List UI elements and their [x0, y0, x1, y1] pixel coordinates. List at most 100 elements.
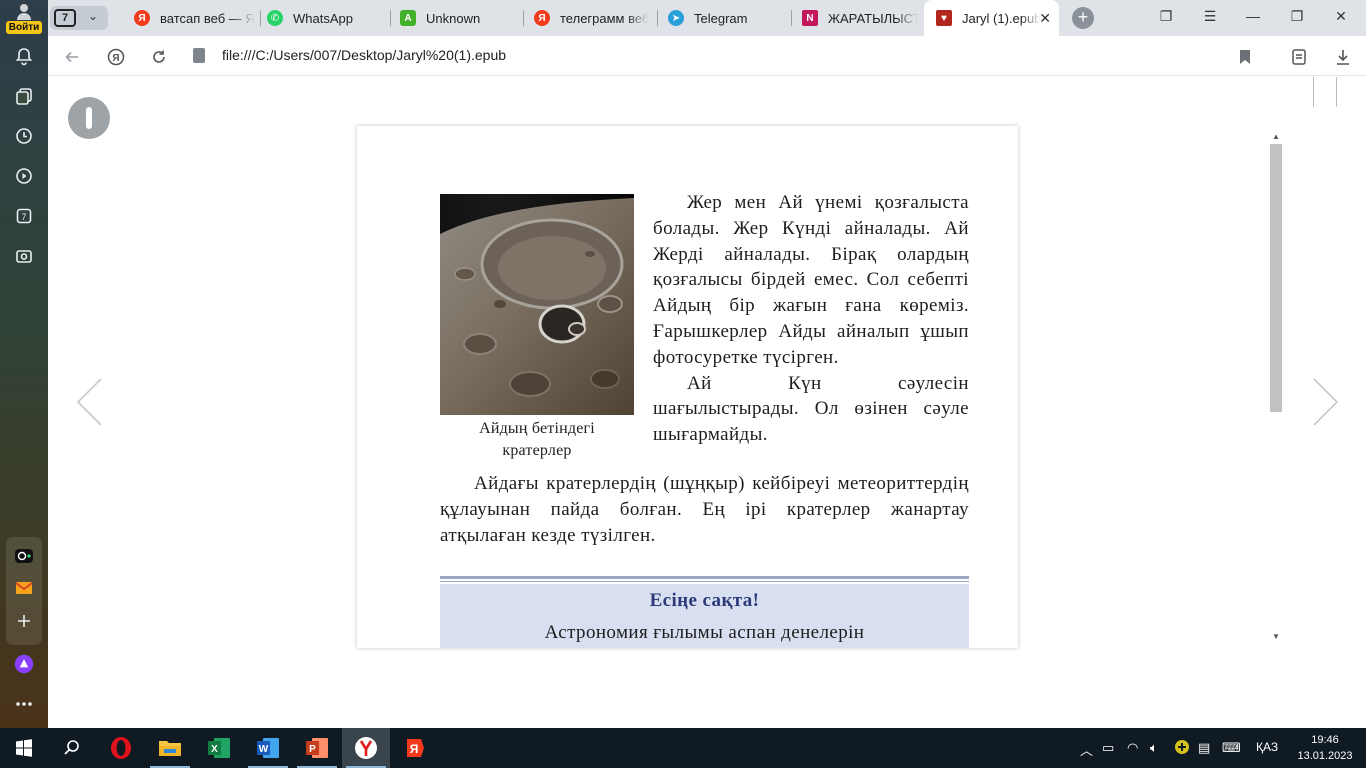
page-bookmark-icon[interactable] [1313, 77, 1337, 107]
tab-strip: 7 ⌄ Я ватсап веб — Я ✆ WhatsApp A Unknow… [48, 0, 1366, 36]
opera-browser-icon[interactable] [97, 728, 145, 768]
paragraph-text-block: Жер мен Ай үнемі қозғалыста болады. Жер … [653, 190, 969, 448]
scrollbar-thumb[interactable] [1270, 144, 1282, 412]
remember-note-box: Есіңе сақта! Астрономия ғылымы аспан ден… [440, 584, 969, 648]
close-window-icon[interactable]: ✕ [1331, 8, 1351, 25]
book-page: Айдың бетіндегі кратерлер Жер мен Ай үне… [357, 126, 1018, 648]
language-indicator[interactable]: ҚАЗ [1256, 740, 1278, 754]
book-favicon-icon: N [802, 10, 818, 26]
browser-side-panel: Войти 7 [0, 0, 48, 728]
screenshot-icon[interactable] [12, 244, 36, 268]
file-explorer-icon[interactable] [146, 728, 194, 768]
page-scrollbar[interactable]: ▲ ▼ [1269, 132, 1283, 642]
note-divider [440, 581, 969, 582]
windows-taskbar: X W P Я ︿ ▭ ◠ 🔈︎ ▤ ⌨︎ ҚАЗ 19:46 13.01.20… [0, 728, 1366, 768]
tab-count-badge: 7 [21, 212, 26, 222]
add-app-icon[interactable] [12, 609, 36, 633]
start-button[interactable] [0, 728, 48, 768]
telegram-favicon-icon: ➤ [668, 10, 684, 26]
note-text: Астрономия ғылымы аспан денелерін [544, 622, 865, 643]
caption-line-2: кратерлер [502, 442, 572, 459]
user-avatar-icon [16, 3, 32, 21]
photo-caption: Айдың бетіндегі кратерлер [440, 418, 634, 462]
reader-menu-button[interactable] [68, 97, 110, 139]
login-button[interactable]: Войти [6, 3, 42, 34]
close-tab-icon[interactable]: ✕ [1039, 10, 1051, 27]
tab-count-button[interactable]: 7 ⌄ [50, 6, 108, 30]
tab-zharatylystanu[interactable]: N ЖАРАТЫЛЫСТА [802, 0, 918, 36]
reload-icon[interactable] [148, 46, 170, 68]
yandex-favicon-icon: Я [134, 10, 150, 26]
yandex-logo-icon[interactable]: Я [105, 46, 127, 68]
clock[interactable]: 19:46 13.01.2023 [1294, 732, 1356, 764]
tab-telegramm-veb[interactable]: Я телеграмм веб [534, 0, 658, 36]
svg-text:X: X [211, 744, 218, 755]
tab-telegram[interactable]: ➤ Telegram [668, 0, 792, 36]
scroll-up-icon[interactable]: ▲ [1272, 132, 1280, 141]
excel-icon[interactable]: X [195, 728, 243, 768]
paragraph-3: Айдағы кратерлердің (шұңқыр) кейбіреуі м… [440, 473, 969, 546]
bookmark-icon[interactable] [1234, 46, 1256, 68]
unknown-favicon-icon: A [400, 10, 416, 26]
minimize-icon[interactable]: — [1243, 8, 1263, 24]
more-icon[interactable] [12, 692, 36, 716]
caption-line-1: Айдың бетіндегі [479, 420, 595, 437]
tray-app-icon[interactable] [1174, 739, 1190, 758]
tab-count-icon[interactable]: 7 [12, 204, 36, 228]
tray-chevron-up-icon[interactable]: ︿ [1080, 740, 1093, 759]
keyboard-icon[interactable]: ⌨︎ [1222, 740, 1241, 756]
epub-favicon-icon: ♥ [936, 10, 952, 26]
svg-text:Я: Я [410, 742, 419, 756]
tab-manager-icon[interactable]: ❐ [1156, 8, 1176, 25]
note-title: Есіңе сақта! [649, 590, 760, 611]
word-icon[interactable]: W [244, 728, 292, 768]
video-icon[interactable] [12, 164, 36, 188]
new-tab-button[interactable]: + [1072, 7, 1094, 29]
search-icon[interactable] [48, 728, 96, 768]
tab-whatsapp[interactable]: ✆ WhatsApp [267, 0, 397, 36]
note-divider [440, 576, 969, 579]
tab-jaryl-epub[interactable]: ♥ Jaryl (1).epub ✕ [924, 0, 1059, 36]
scroll-down-icon[interactable]: ▼ [1272, 632, 1280, 641]
svg-text:W: W [259, 744, 269, 755]
download-icon[interactable] [1332, 46, 1354, 68]
tab-unknown[interactable]: A Unknown [400, 0, 520, 36]
alice-app-icon[interactable] [12, 544, 36, 568]
chevron-down-icon: ⌄ [88, 9, 99, 23]
paragraph-1: Жер мен Ай үнемі қозғалыста болады. Жер … [653, 192, 969, 368]
restore-icon[interactable]: ❐ [1287, 8, 1307, 25]
downloads-page-icon[interactable] [1288, 46, 1310, 68]
clock-time: 19:46 [1311, 734, 1339, 746]
collections-icon[interactable] [12, 84, 36, 108]
wifi-icon[interactable]: ◠ [1127, 740, 1138, 756]
yandex-taskbar-icon[interactable]: Я [391, 728, 439, 768]
file-icon [193, 48, 205, 63]
login-label: Войти [6, 21, 42, 34]
clock-date: 13.01.2023 [1297, 750, 1353, 762]
whatsapp-favicon-icon: ✆ [267, 10, 283, 26]
paragraph-2: Ай Күн сәулесін шағылыстырады. Ол өзінен… [653, 372, 969, 446]
moon-crater-photo [440, 194, 634, 415]
tab-count: 7 [54, 9, 76, 27]
yandex-favicon-icon: Я [534, 10, 550, 26]
back-arrow-icon[interactable] [61, 46, 83, 68]
svg-text:P: P [309, 744, 316, 755]
yandex-browser-taskbar-icon[interactable] [342, 728, 390, 768]
paragraph-3-block: Айдағы кратерлердің (шұңқыр) кейбіреуі м… [440, 471, 969, 548]
menu-icon[interactable]: ☰ [1200, 8, 1220, 25]
next-page-arrow-icon[interactable] [1310, 377, 1340, 427]
alice-assistant-icon[interactable] [12, 652, 36, 676]
svg-text:Я: Я [112, 53, 119, 64]
previous-page-arrow-icon[interactable] [75, 377, 105, 427]
address-bar: Я file:///C:/Users/007/Desktop/Jaryl%20(… [48, 36, 1366, 76]
url-field[interactable]: file:///C:/Users/007/Desktop/Jaryl%20(1)… [222, 47, 506, 63]
epub-reader-viewport: Айдың бетіндегі кратерлер Жер мен Ай үне… [48, 77, 1366, 728]
notifications-icon[interactable]: ▤ [1198, 740, 1210, 756]
bell-icon[interactable] [12, 44, 36, 68]
tab-vatsap-veb[interactable]: Я ватсап веб — Я [134, 0, 258, 36]
history-icon[interactable] [12, 124, 36, 148]
mail-app-icon[interactable] [12, 576, 36, 600]
powerpoint-icon[interactable]: P [293, 728, 341, 768]
battery-icon[interactable]: ▭ [1102, 740, 1114, 756]
volume-icon[interactable]: 🔈︎ [1150, 740, 1158, 756]
